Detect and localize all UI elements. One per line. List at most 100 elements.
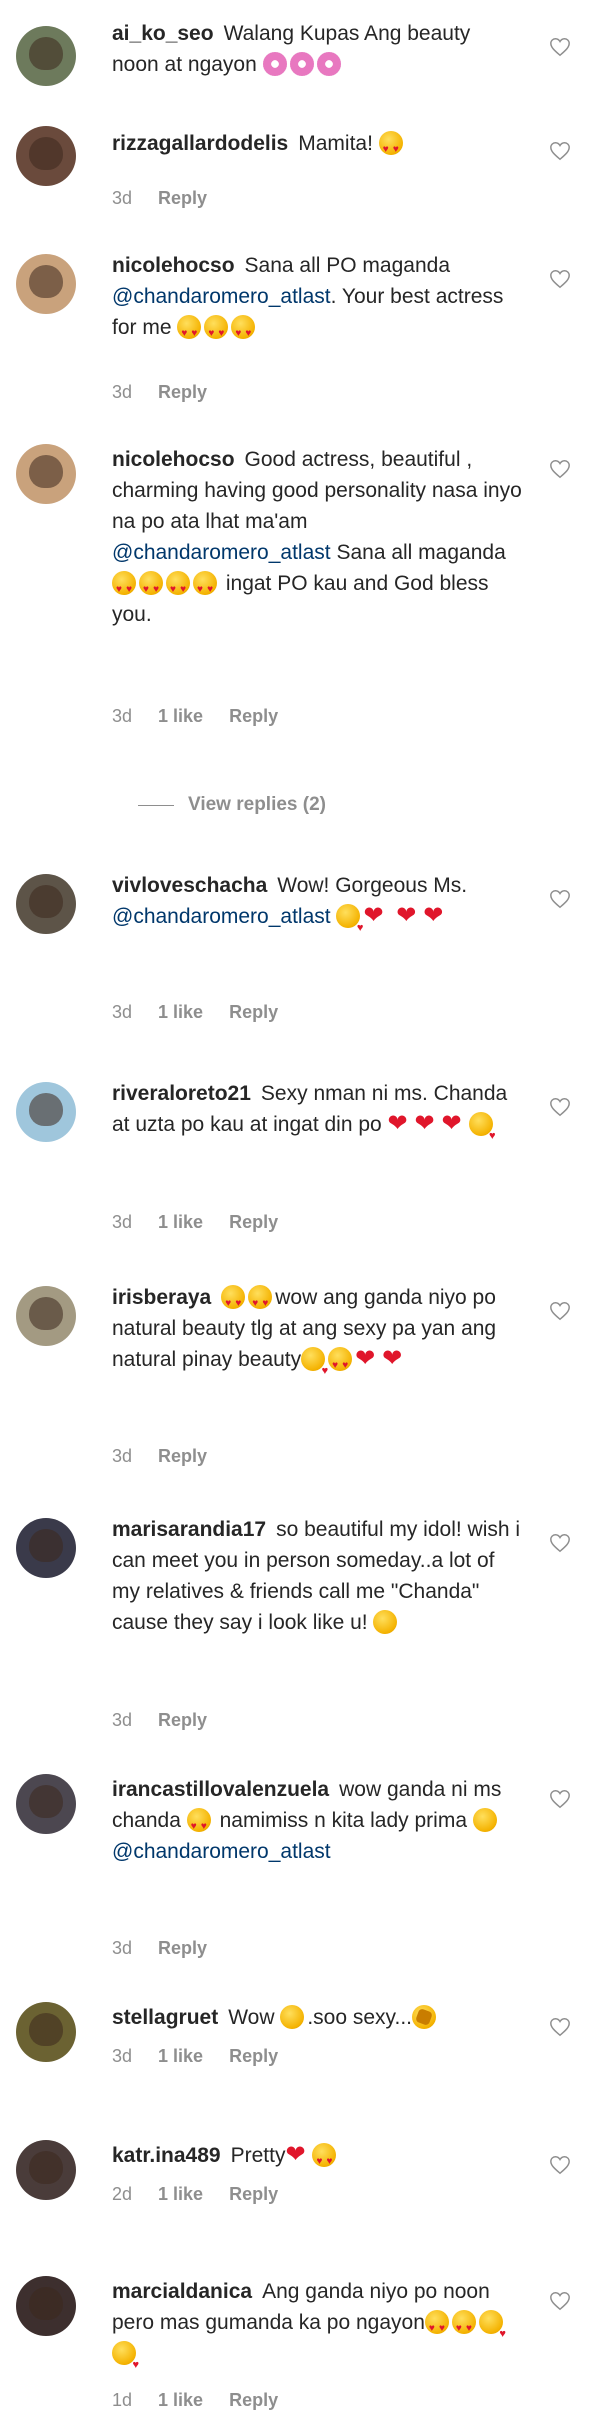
comment-username[interactable]: ai_ko_seo [112, 22, 214, 45]
comment-item: katr.ina489 Pretty 2d 1 like Reply [0, 2139, 600, 2240]
reply-button[interactable]: Reply [158, 1710, 207, 1730]
view-replies-label[interactable]: View replies (2) [188, 794, 326, 815]
reply-button[interactable]: Reply [229, 2046, 278, 2066]
heart-eyes-emoji-icon [312, 2143, 337, 2177]
smile-emoji-icon [280, 2005, 305, 2029]
flower-emoji-icon [289, 52, 314, 76]
like-heart-icon[interactable] [549, 1096, 571, 1118]
likes-count[interactable]: 1 like [158, 706, 203, 726]
avatar[interactable] [16, 874, 76, 934]
comment-body: irancastillovalenzuela wow ganda ni ms ch… [112, 1774, 522, 1867]
grin-emoji-icon [373, 1610, 398, 1634]
reply-button[interactable]: Reply [158, 382, 207, 402]
comment-item: ai_ko_seo Walang Kupas Ang beauty noon at… [0, 0, 600, 90]
like-heart-icon[interactable] [549, 1788, 571, 1810]
reply-button[interactable]: Reply [229, 1002, 278, 1022]
like-heart-icon[interactable] [549, 458, 571, 480]
comment-username[interactable]: irisberaya [112, 1286, 211, 1309]
likes-count[interactable]: 1 like [158, 2184, 203, 2204]
flower-emoji-icon [316, 52, 341, 76]
comment-meta: 1d 1 like Reply [112, 2390, 304, 2411]
avatar[interactable] [16, 1286, 76, 1346]
comment-item: marisarandia17 so beautiful my idol! wish… [0, 1514, 600, 1744]
comment-username[interactable]: marisarandia17 [112, 1518, 266, 1541]
likes-count[interactable]: 1 like [158, 2390, 203, 2410]
comment-meta: 3d 1 like Reply [112, 706, 304, 727]
heart-eyes-emoji-icon [177, 315, 202, 349]
comment-item: nicolehocso Good actress, beautiful , cha… [0, 444, 600, 734]
avatar[interactable] [16, 1518, 76, 1578]
like-heart-icon[interactable] [549, 36, 571, 58]
comment-username[interactable]: marcialdanica [112, 2280, 252, 2303]
like-heart-icon[interactable] [549, 2290, 571, 2312]
comment-username[interactable]: rizzagallardodelis [112, 132, 288, 155]
heart-eyes-emoji-icon [221, 1285, 246, 1319]
comment-item: vivloveschacha Wow! Gorgeous Ms. @chandar… [0, 870, 600, 1030]
avatar[interactable] [16, 2140, 76, 2200]
reply-button[interactable]: Reply [229, 2390, 278, 2410]
avatar[interactable] [16, 126, 76, 186]
comment-username[interactable]: stellagruet [112, 2006, 218, 2029]
like-heart-icon[interactable] [549, 888, 571, 910]
comment-body: nicolehocso Sana all PO maganda @chandaro… [112, 250, 522, 349]
comment-body: riveraloreto21 Sexy nman ni ms. Chanda at… [112, 1078, 522, 1152]
comments-list: ai_ko_seo Walang Kupas Ang beauty noon at… [0, 0, 600, 2433]
reply-button[interactable]: Reply [158, 188, 207, 208]
view-replies-divider [138, 805, 174, 806]
heart-eyes-emoji-icon [139, 571, 163, 605]
comment-time: 3d [112, 2046, 133, 2066]
like-heart-icon[interactable] [549, 2016, 571, 2038]
reply-button[interactable]: Reply [158, 1938, 207, 1958]
comment-body: stellagruet Wow .soo sexy... [112, 2002, 522, 2033]
comment-body: katr.ina489 Pretty [112, 2139, 522, 2177]
avatar[interactable] [16, 2276, 76, 2336]
comment-username[interactable]: nicolehocso [112, 448, 235, 471]
comment-item: irancastillovalenzuela wow ganda ni ms ch… [0, 1774, 600, 1974]
like-heart-icon[interactable] [549, 2154, 571, 2176]
reply-button[interactable]: Reply [229, 2184, 278, 2204]
avatar[interactable] [16, 2002, 76, 2062]
like-heart-icon[interactable] [549, 1300, 571, 1322]
heart-eyes-emoji-icon [204, 315, 229, 349]
likes-count[interactable]: 1 like [158, 2046, 203, 2066]
like-heart-icon[interactable] [549, 268, 571, 290]
view-replies-button[interactable]: View replies (2) [138, 794, 326, 816]
comment-time: 3d [112, 1446, 133, 1466]
comment-time: 3d [112, 1002, 133, 1022]
kiss-emoji-icon [301, 1347, 328, 1387]
kiss-emoji-icon [336, 904, 363, 944]
comment-time: 3d [112, 1938, 133, 1958]
like-heart-icon[interactable] [549, 1532, 571, 1554]
comment-username[interactable]: irancastillovalenzuela [112, 1778, 329, 1801]
comment-item: marcialdanica Ang ganda niyo po noon pero… [0, 2276, 600, 2433]
heart-eyes-emoji-icon [166, 571, 190, 605]
comment-time: 1d [112, 2390, 133, 2410]
avatar[interactable] [16, 444, 76, 504]
likes-count[interactable]: 1 like [158, 1212, 203, 1232]
reply-button[interactable]: Reply [229, 1212, 278, 1232]
avatar[interactable] [16, 26, 76, 86]
avatar[interactable] [16, 254, 76, 314]
comment-text: Wow! Gorgeous Ms. [277, 874, 468, 897]
comment-body: marisarandia17 so beautiful my idol! wish… [112, 1514, 522, 1638]
mention-link[interactable]: @chandaromero_atlast [112, 905, 331, 928]
comment-text: .soo sexy... [307, 2006, 412, 2029]
comment-username[interactable]: nicolehocso [112, 254, 235, 277]
reply-button[interactable]: Reply [158, 1446, 207, 1466]
comment-username[interactable]: vivloveschacha [112, 874, 267, 897]
likes-count[interactable]: 1 like [158, 1002, 203, 1022]
comment-username[interactable]: katr.ina489 [112, 2144, 221, 2167]
comment-username[interactable]: riveraloreto21 [112, 1082, 251, 1105]
avatar[interactable] [16, 1082, 76, 1142]
mention-link[interactable]: @chandaromero_atlast [112, 285, 331, 308]
avatar[interactable] [16, 1774, 76, 1834]
comment-body: vivloveschacha Wow! Gorgeous Ms. @chandar… [112, 870, 522, 944]
like-heart-icon[interactable] [549, 140, 571, 162]
comment-text: Sana all PO maganda [244, 254, 450, 277]
comment-time: 3d [112, 1212, 133, 1232]
reply-button[interactable]: Reply [229, 706, 278, 726]
comment-meta: 3d Reply [112, 382, 233, 403]
heart-emoji-icon [415, 1108, 439, 1139]
mention-link[interactable]: @chandaromero_atlast [112, 1840, 331, 1863]
mention-link[interactable]: @chandaromero_atlast [112, 541, 331, 564]
